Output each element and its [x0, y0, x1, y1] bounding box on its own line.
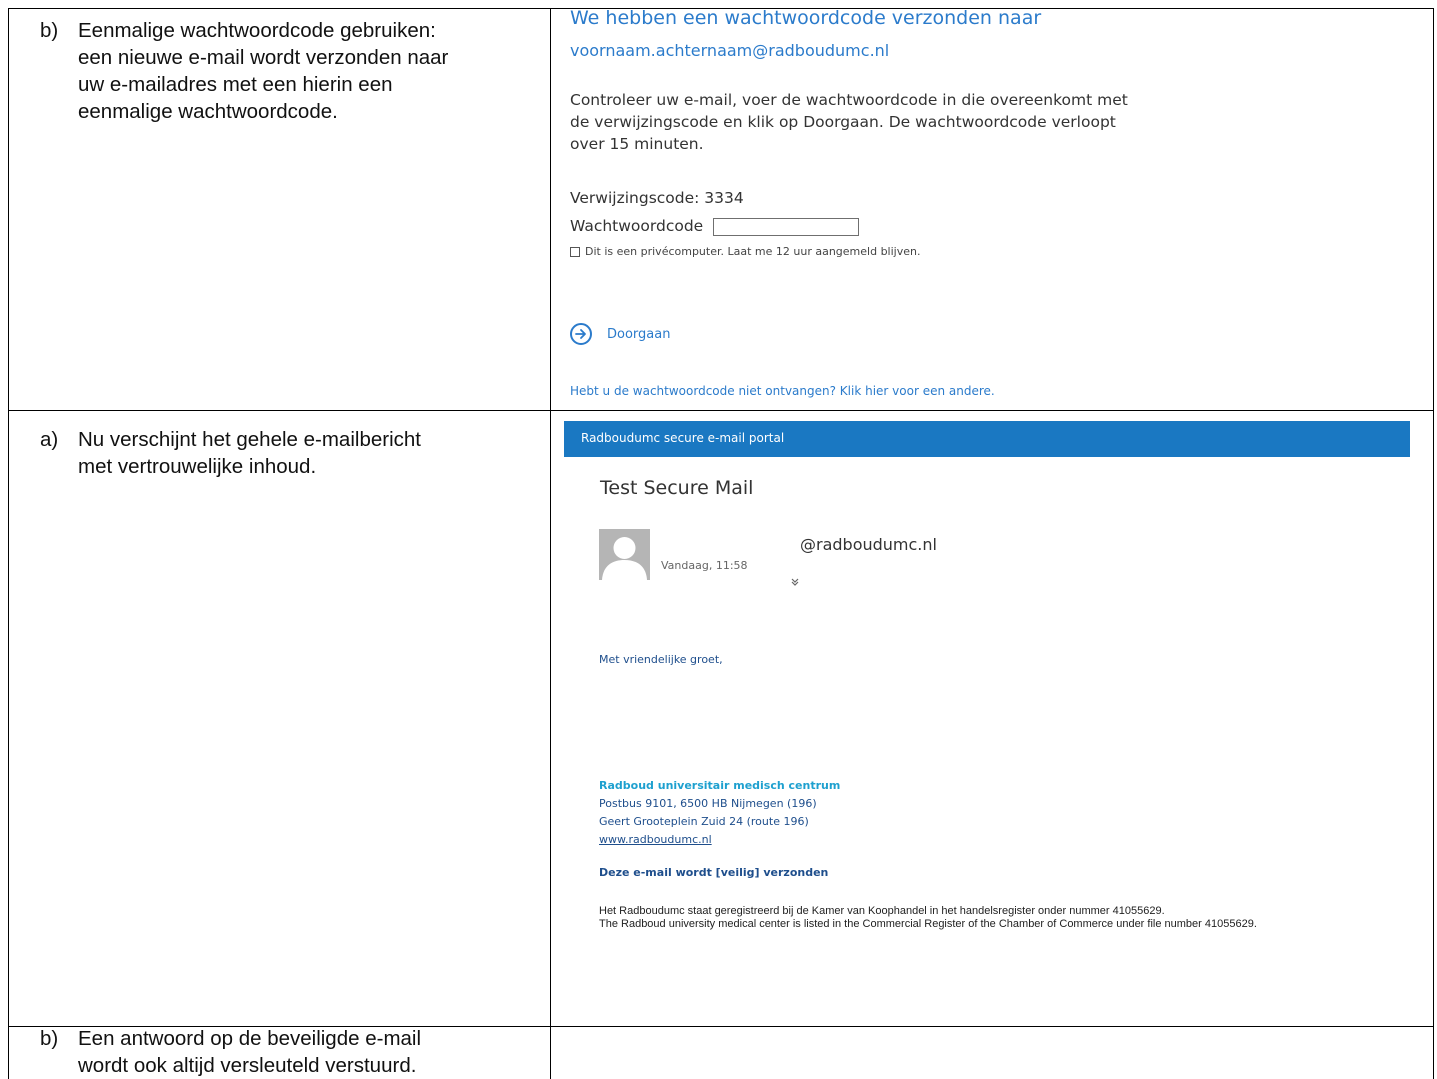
step-text-line: een nieuwe e-mail wordt verzonden naar — [78, 46, 449, 69]
mail-subject: Test Secure Mail — [600, 477, 754, 499]
step-marker: b) — [40, 1027, 59, 1050]
portal-title: Radboudumc secure e-mail portal — [581, 431, 785, 445]
instruction-line: over 15 minuten. — [570, 135, 704, 153]
secure-note: Deze e-mail wordt [veilig] verzonden — [599, 866, 829, 879]
step-text-line: Een antwoord op de beveiligde e-mail — [78, 1027, 422, 1050]
table-row-divider — [8, 410, 1434, 411]
step-text-line: wordt ook altijd versleuteld verstuurd. — [78, 1054, 417, 1077]
website-link[interactable]: www.radboudumc.nl — [599, 833, 712, 846]
mail-date: Vandaag, 11:58 — [661, 559, 748, 572]
greeting: Met vriendelijke groet, — [599, 653, 723, 666]
otp-recipient-email: voornaam.achternaam@radboudumc.nl — [570, 41, 890, 60]
mail-sender: @radboudumc.nl — [800, 535, 937, 554]
org-name: Radboud universitair medisch centrum — [599, 779, 841, 792]
address-line: Geert Grooteplein Zuid 24 (route 196) — [599, 815, 809, 828]
step-marker: a) — [40, 428, 59, 451]
step-text-line: uw e-mailadres met een hierin een — [78, 73, 393, 96]
portal-header: Radboudumc secure e-mail portal — [564, 421, 1410, 457]
legal-line: The Radboud university medical center is… — [599, 918, 1257, 930]
table-column-divider — [550, 8, 551, 1079]
remember-checkbox[interactable] — [570, 246, 580, 257]
address-line: Postbus 9101, 6500 HB Nijmegen (196) — [599, 797, 817, 810]
remember-me[interactable]: Dit is een privécomputer. Laat me 12 uur… — [570, 245, 920, 258]
remember-label: Dit is een privécomputer. Laat me 12 uur… — [585, 245, 921, 258]
instruction-line: Controleer uw e-mail, voer de wachtwoord… — [570, 91, 1128, 109]
continue-label: Doorgaan — [607, 326, 671, 342]
otp-instructions: Controleer uw e-mail, voer de wachtwoord… — [570, 89, 1130, 155]
resend-code-link[interactable]: Hebt u de wachtwoordcode niet ontvangen?… — [570, 384, 995, 398]
step-marker: b) — [40, 19, 59, 42]
table-border-right — [1433, 8, 1434, 1079]
reference-code: Verwijzingscode: 3334 — [570, 189, 744, 207]
avatar — [599, 529, 650, 580]
passcode-input[interactable] — [713, 218, 859, 236]
person-icon — [602, 537, 647, 580]
instruction-line: de verwijzingscode en klik op Doorgaan. … — [570, 113, 1116, 131]
passcode-label: Wachtwoordcode — [570, 217, 704, 235]
step-text-line: eenmalige wachtwoordcode. — [78, 100, 338, 123]
otp-title: We hebben een wachtwoordcode verzonden n… — [570, 7, 1042, 29]
step-text-line: met vertrouwelijke inhoud. — [78, 455, 317, 478]
arrow-right-circle-icon — [570, 323, 592, 345]
step-text-line: Eenmalige wachtwoordcode gebruiken: — [78, 19, 436, 42]
legal-line: Het Radboudumc staat geregistreerd bij d… — [599, 905, 1165, 917]
table-border-left — [8, 8, 9, 1079]
continue-button[interactable]: Doorgaan — [570, 323, 670, 345]
step-text-line: Nu verschijnt het gehele e-mailbericht — [78, 428, 421, 451]
double-chevron-down-icon[interactable] — [790, 577, 800, 590]
